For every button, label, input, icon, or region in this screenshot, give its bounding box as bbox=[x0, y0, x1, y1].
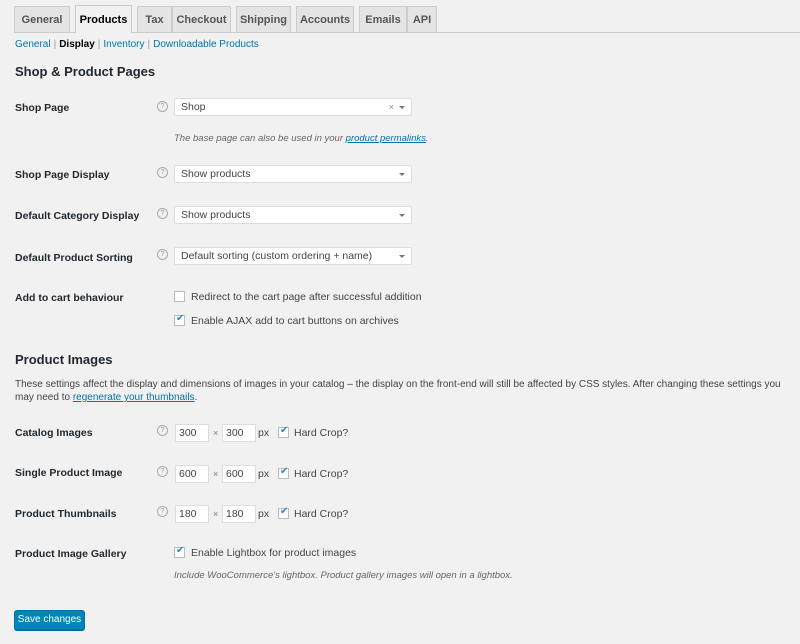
shop-page-display-label: Shop Page Display bbox=[15, 169, 110, 181]
tab-accounts[interactable]: Accounts bbox=[296, 6, 354, 32]
default-category-display-label: Default Category Display bbox=[15, 210, 140, 222]
tab-tax[interactable]: Tax bbox=[137, 6, 172, 32]
enable-ajax-checkbox[interactable] bbox=[174, 313, 185, 326]
help-icon[interactable]: ? bbox=[157, 101, 168, 112]
tab-emails[interactable]: Emails bbox=[359, 6, 407, 32]
times-icon: × bbox=[213, 509, 219, 519]
help-icon[interactable]: ? bbox=[157, 167, 168, 178]
redirect-to-cart-label[interactable]: Redirect to the cart page after successf… bbox=[191, 291, 422, 303]
section-subnav: General | Display | Inventory | Downloadable P… bbox=[15, 39, 259, 50]
hard-crop-label[interactable]: Hard Crop? bbox=[294, 468, 348, 480]
enable-ajax-label[interactable]: Enable AJAX add to cart buttons on archi… bbox=[191, 315, 399, 327]
description-suffix: . bbox=[425, 133, 429, 144]
times-icon: × bbox=[213, 469, 219, 479]
help-icon[interactable]: ? bbox=[157, 208, 168, 219]
help-icon[interactable]: ? bbox=[157, 249, 168, 260]
product-thumbnails-label: Product Thumbnails bbox=[15, 508, 117, 520]
tab-shipping[interactable]: Shipping bbox=[236, 6, 291, 32]
default-category-display-value: Show products bbox=[181, 209, 251, 221]
default-product-sorting-select[interactable]: Default sorting (custom ordering + name) bbox=[174, 247, 412, 265]
unit-label: px bbox=[258, 468, 270, 480]
help-icon[interactable]: ? bbox=[157, 466, 168, 477]
shop-page-display-value: Show products bbox=[181, 168, 251, 180]
tab-products[interactable]: Products bbox=[75, 5, 132, 33]
single-product-image-label: Single Product Image bbox=[15, 467, 123, 479]
tab-checkout[interactable]: Checkout bbox=[172, 6, 231, 32]
product-image-gallery-label: Product Image Gallery bbox=[15, 548, 127, 560]
product-permalinks-link[interactable]: product permalinks bbox=[346, 133, 426, 144]
intro-suffix: . bbox=[194, 392, 198, 403]
subnav-display[interactable]: Display bbox=[59, 39, 95, 50]
lightbox-description: Include WooCommerce's lightbox. Product … bbox=[174, 570, 513, 581]
shop-page-description: The base page can also be used in your p… bbox=[174, 133, 429, 144]
subnav-general[interactable]: General bbox=[15, 39, 51, 50]
times-icon: × bbox=[213, 428, 219, 438]
default-product-sorting-value: Default sorting (custom ordering + name) bbox=[181, 250, 373, 262]
subnav-downloadable-products[interactable]: Downloadable Products bbox=[153, 39, 259, 50]
chevron-down-icon bbox=[399, 173, 405, 176]
help-icon[interactable]: ? bbox=[157, 425, 168, 436]
shop-page-display-select[interactable]: Show products bbox=[174, 165, 412, 183]
shop-page-value: Shop bbox=[181, 101, 206, 113]
add-to-cart-label: Add to cart behaviour bbox=[15, 292, 124, 304]
images-section-title: Product Images bbox=[15, 352, 113, 367]
chevron-down-icon bbox=[399, 255, 405, 258]
settings-tabs: General Products Tax Checkout Shipping A… bbox=[14, 5, 800, 33]
clear-icon[interactable]: × bbox=[389, 99, 394, 115]
redirect-to-cart-checkbox[interactable] bbox=[174, 291, 185, 302]
subnav-separator: | bbox=[147, 39, 151, 50]
shop-page-select[interactable]: Shop × bbox=[174, 98, 412, 116]
enable-lightbox-label[interactable]: Enable Lightbox for product images bbox=[191, 547, 356, 559]
chevron-down-icon bbox=[399, 106, 405, 109]
single-hard-crop-checkbox[interactable] bbox=[278, 466, 289, 479]
enable-lightbox-checkbox[interactable] bbox=[174, 545, 185, 558]
default-product-sorting-label: Default Product Sorting bbox=[15, 252, 133, 264]
subnav-separator: | bbox=[53, 39, 57, 50]
thumbnail-width-input[interactable]: 180 bbox=[175, 505, 209, 523]
unit-label: px bbox=[258, 427, 270, 439]
images-section-intro: These settings affect the display and di… bbox=[15, 378, 795, 404]
thumbnail-height-input[interactable]: 180 bbox=[222, 505, 256, 523]
catalog-hard-crop-checkbox[interactable] bbox=[278, 425, 289, 438]
catalog-height-input[interactable]: 300 bbox=[222, 424, 256, 442]
unit-label: px bbox=[258, 508, 270, 520]
help-icon[interactable]: ? bbox=[157, 506, 168, 517]
shop-section-title: Shop & Product Pages bbox=[15, 64, 156, 79]
chevron-down-icon bbox=[399, 214, 405, 217]
hard-crop-label[interactable]: Hard Crop? bbox=[294, 508, 348, 520]
hard-crop-label[interactable]: Hard Crop? bbox=[294, 427, 348, 439]
single-width-input[interactable]: 600 bbox=[175, 465, 209, 483]
catalog-width-input[interactable]: 300 bbox=[175, 424, 209, 442]
single-height-input[interactable]: 600 bbox=[222, 465, 256, 483]
default-category-display-select[interactable]: Show products bbox=[174, 206, 412, 224]
catalog-images-label: Catalog Images bbox=[15, 427, 93, 439]
subnav-separator: | bbox=[97, 39, 101, 50]
regenerate-thumbnails-link[interactable]: regenerate your thumbnails bbox=[73, 392, 195, 403]
tab-api[interactable]: API bbox=[407, 6, 437, 32]
tab-general[interactable]: General bbox=[14, 6, 70, 32]
thumbnail-hard-crop-checkbox[interactable] bbox=[278, 506, 289, 519]
save-changes-button[interactable]: Save changes bbox=[14, 610, 85, 630]
subnav-inventory[interactable]: Inventory bbox=[103, 39, 144, 50]
shop-page-label: Shop Page bbox=[15, 102, 70, 114]
description-text: The base page can also be used in your bbox=[174, 133, 346, 144]
